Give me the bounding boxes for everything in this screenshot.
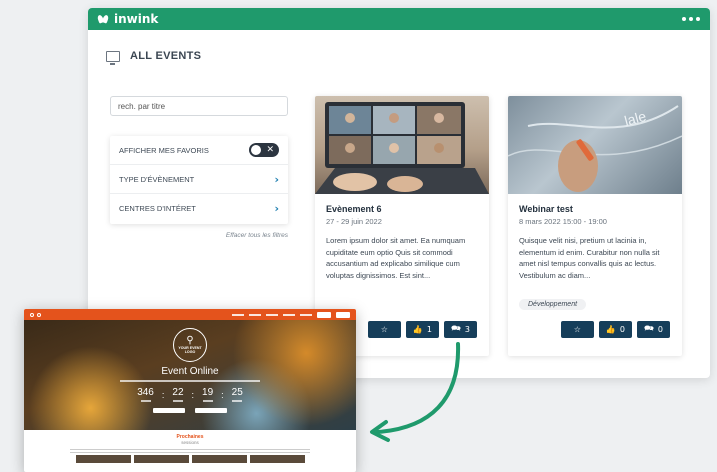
comment-button[interactable]: 🗪 0 <box>636 321 670 338</box>
countdown-minutes: 19 <box>202 388 213 402</box>
brand-logo[interactable]: inwink <box>98 12 158 26</box>
card-date: 8 mars 2022 15:00 - 19:00 <box>519 217 607 226</box>
like-button[interactable]: 👍 0 <box>598 321 632 338</box>
like-count: 0 <box>619 325 625 334</box>
preview-section-subtitle: sessions <box>181 440 199 445</box>
favorites-toggle[interactable]: ✕ <box>249 143 279 157</box>
filter-interests-label: CENTRES D'INTÉRET <box>119 204 196 213</box>
favorite-button[interactable]: ☆ <box>367 321 401 338</box>
card-title[interactable]: Evènement 6 <box>326 204 478 214</box>
filter-event-type[interactable]: TYPE D'ÉVÈNEMENT › <box>110 165 288 194</box>
like-count: 1 <box>426 325 432 334</box>
preview-nav-bar <box>24 309 356 320</box>
preview-nav-icons <box>30 312 41 317</box>
preview-hero-buttons <box>153 407 227 413</box>
card-date: 27 - 29 juin 2022 <box>326 217 382 226</box>
event-logo: ⚲ YOUR EVENT LOGO <box>173 328 207 362</box>
preview-hero: ⚲ YOUR EVENT LOGO Event Online 346 : 22 … <box>24 320 356 430</box>
comment-count: 3 <box>464 325 470 334</box>
event-card[interactable]: lale Webinar test 8 mars 2022 15:00 - 19… <box>508 96 682 356</box>
comment-button[interactable]: 🗪 3 <box>443 321 477 338</box>
card-actions: ☆ 👍 0 🗪 0 <box>560 321 670 338</box>
event-site-preview: ⚲ YOUR EVENT LOGO Event Online 346 : 22 … <box>24 309 356 472</box>
chevron-right-icon: › <box>274 202 279 215</box>
more-menu-icon[interactable] <box>682 13 700 25</box>
brand-name: inwink <box>114 12 159 26</box>
card-body: Evènement 6 27 - 29 juin 2022 Lorem ipsu… <box>315 194 489 293</box>
close-icon: ✕ <box>266 145 274 155</box>
card-title[interactable]: Webinar test <box>519 204 671 214</box>
svg-text:lale: lale <box>623 108 648 129</box>
countdown: 346 : 22 : 19 : 25 <box>137 387 243 402</box>
card-actions: ☆ 👍 1 🗪 3 <box>367 321 477 338</box>
comments-icon: 🗪 <box>450 323 461 333</box>
star-icon: ☆ <box>380 325 388 334</box>
comments-icon: 🗪 <box>643 323 654 333</box>
card-description: Lorem ipsum dolor sit amet. Ea numquam c… <box>326 236 466 280</box>
card-body: Webinar test 8 mars 2022 15:00 - 19:00 Q… <box>508 194 682 311</box>
page-title: ALL EVENTS <box>130 50 202 62</box>
filter-interests[interactable]: CENTRES D'INTÉRET › <box>110 194 288 223</box>
preview-sessions-section: Prochaines sessions <box>24 430 356 463</box>
filter-favorites[interactable]: AFFICHER MES FAVORIS ✕ <box>110 136 288 165</box>
top-bar: inwink <box>88 8 710 30</box>
curved-arrow-icon <box>370 342 461 442</box>
category-tag[interactable]: Développement <box>519 299 587 310</box>
event-logo-text: YOUR EVENT LOGO <box>178 346 202 354</box>
event-image <box>315 96 489 194</box>
inwink-logo-icon <box>98 14 110 24</box>
comment-count: 0 <box>657 325 663 334</box>
filter-event-type-label: TYPE D'ÉVÈNEMENT <box>119 174 195 184</box>
chevron-right-icon: › <box>274 172 279 186</box>
preview-nav-links <box>232 311 350 318</box>
card-description: Quisque velit nisi, pretium ut lacinia i… <box>519 236 660 280</box>
filter-panel: AFFICHER MES FAVORIS ✕ TYPE D'ÉVÈNEMENT … <box>110 136 288 224</box>
star-icon: ☆ <box>573 325 581 334</box>
countdown-seconds: 25 <box>232 388 243 402</box>
preview-subtitle-line <box>120 380 260 382</box>
countdown-days: 346 <box>137 388 154 402</box>
countdown-hours: 22 <box>172 388 184 402</box>
location-pin-icon: ⚲ <box>186 335 194 346</box>
clear-filters-link[interactable]: Effacer tous les filtres <box>110 232 288 239</box>
preview-event-title: Event Online <box>161 366 219 377</box>
favorite-button[interactable]: ☆ <box>560 321 594 338</box>
page-header: ALL EVENTS <box>106 50 202 65</box>
search-input[interactable] <box>110 96 288 116</box>
thumbs-up-icon: 👍 <box>412 325 423 334</box>
thumbs-up-icon: 👍 <box>605 325 616 334</box>
monitor-icon <box>106 50 120 65</box>
filter-favorites-label: AFFICHER MES FAVORIS <box>119 145 209 155</box>
like-button[interactable]: 👍 1 <box>405 321 439 338</box>
event-image: lale <box>508 96 682 194</box>
